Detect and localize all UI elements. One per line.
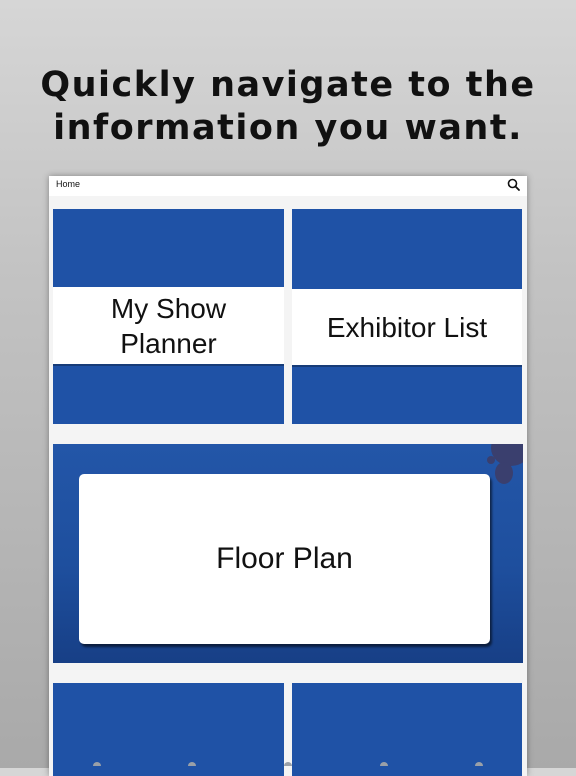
search-icon[interactable] xyxy=(506,177,522,193)
nav-title: Home xyxy=(56,179,81,189)
my-show-planner-label-line-1: My Show xyxy=(110,292,227,324)
decorative-circle-medium xyxy=(495,462,513,484)
more-tab-icon[interactable] xyxy=(475,762,484,766)
exhibitor-list-label: Exhibitor List xyxy=(326,311,488,343)
floor-plan-tile[interactable]: Floor Plan xyxy=(53,444,523,663)
floor-plan-label: Floor Plan xyxy=(216,542,353,575)
my-show-planner-tile[interactable]: My Show Planner xyxy=(53,209,284,424)
app-screen: Home My Show Planner Exhibitor List Floo… xyxy=(49,176,527,776)
headline-line-1: Quickly navigate to the xyxy=(40,65,536,105)
home-tab-icon[interactable] xyxy=(92,762,101,766)
headline: Quickly navigate to the information you … xyxy=(0,64,576,150)
tab-bar xyxy=(49,762,527,776)
floor-plan-card: Floor Plan xyxy=(79,474,490,644)
map-tab-icon[interactable] xyxy=(283,762,292,766)
exhibitor-list-tile[interactable]: Exhibitor List xyxy=(292,209,522,424)
exhibitor-list-band: Exhibitor List xyxy=(292,289,522,367)
my-show-planner-band: My Show Planner xyxy=(53,287,284,366)
navigation-bar: Home xyxy=(49,176,527,196)
my-show-planner-label-line-2: Planner xyxy=(120,327,217,359)
profile-tab-icon[interactable] xyxy=(188,762,197,766)
decorative-circle-small xyxy=(487,456,495,464)
calendar-tab-icon[interactable] xyxy=(379,762,388,766)
headline-line-2: information you want. xyxy=(53,108,523,148)
